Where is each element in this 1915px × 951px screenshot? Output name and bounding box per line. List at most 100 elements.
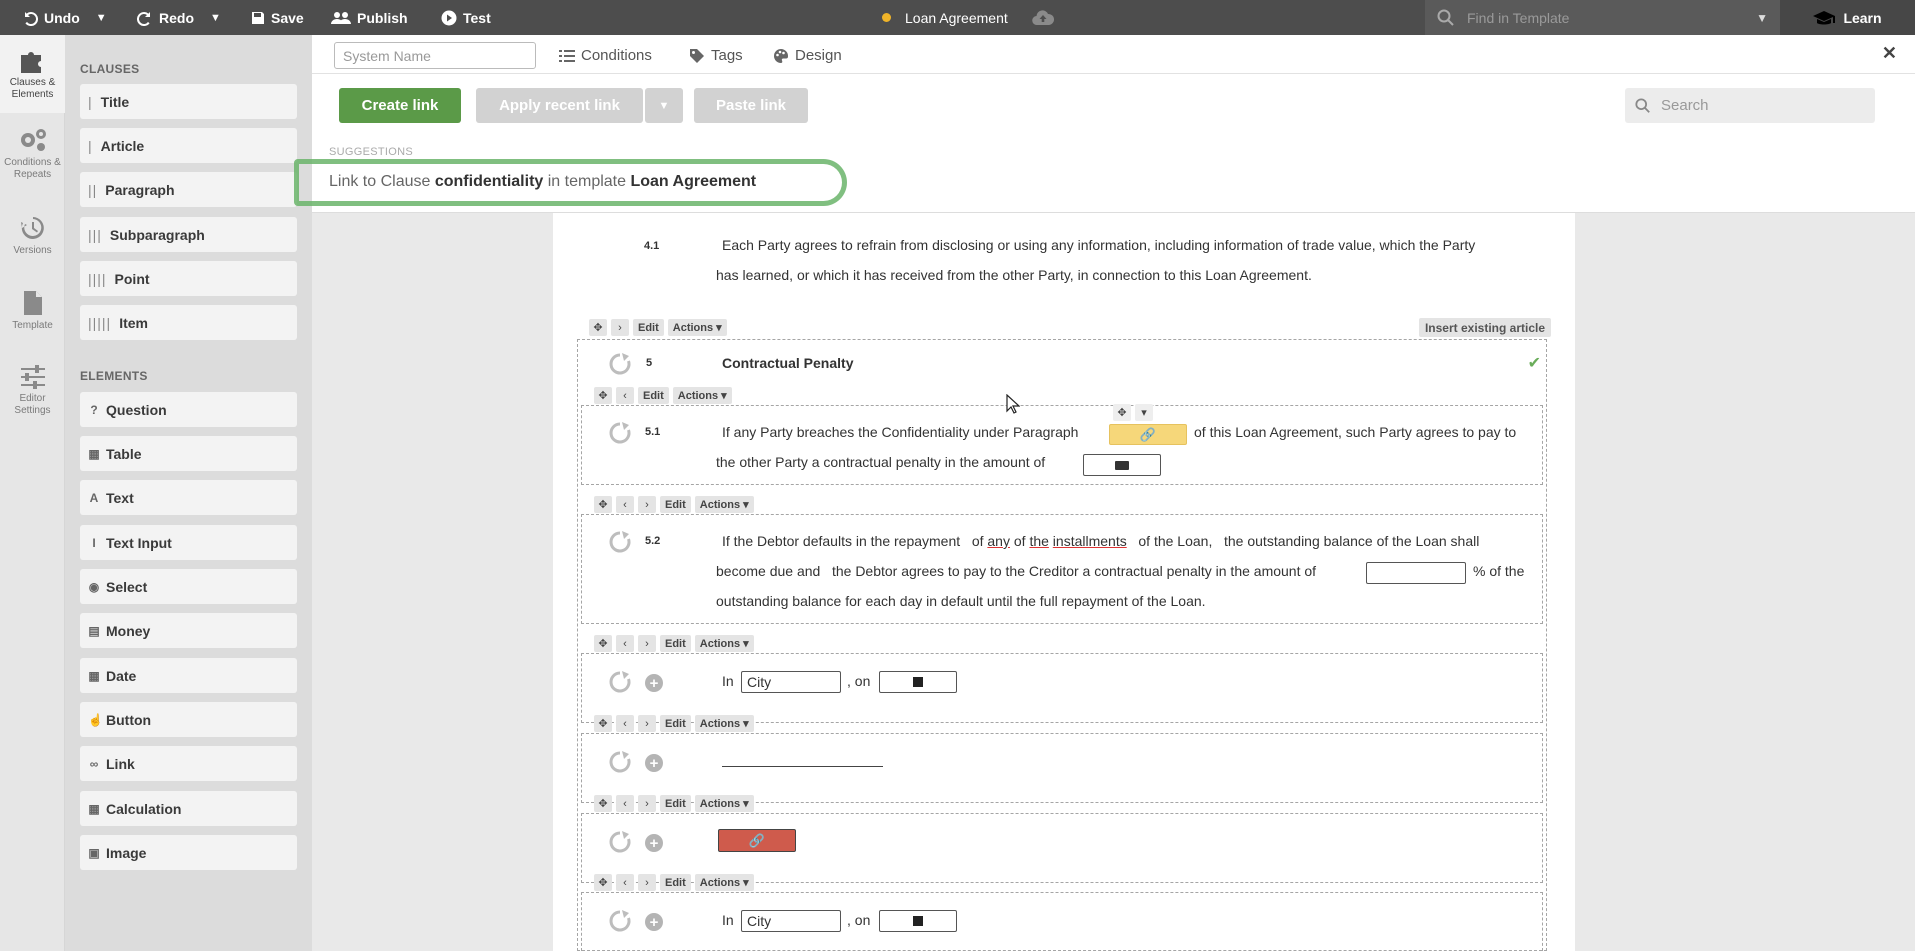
element-date-button[interactable]: ▦ Date: [80, 658, 297, 693]
learn-button[interactable]: Learn: [1780, 0, 1915, 35]
rail-template[interactable]: Template: [0, 290, 65, 332]
move-icon[interactable]: ✥: [594, 715, 612, 732]
paste-link-button[interactable]: Paste link: [694, 88, 808, 123]
chevron-down-icon[interactable]: ✔: [1528, 353, 1541, 373]
actions-dropdown[interactable]: Actions ▾: [667, 319, 727, 336]
city-input[interactable]: City: [741, 910, 841, 932]
save-button[interactable]: Save: [251, 0, 304, 35]
redo-button[interactable]: Redo ▼: [137, 0, 221, 35]
actions-dropdown[interactable]: Actions ▾: [694, 635, 754, 652]
outdent-left-icon[interactable]: ‹: [616, 387, 634, 404]
element-image-button[interactable]: ▣ Image: [80, 835, 297, 870]
tab-tags[interactable]: Tags: [689, 42, 743, 69]
element-text-button[interactable]: A Text: [80, 480, 297, 515]
move-icon[interactable]: ✥: [594, 635, 612, 652]
undo-button[interactable]: Undo ▼: [22, 0, 107, 35]
add-icon[interactable]: +: [645, 754, 663, 772]
actions-dropdown[interactable]: Actions ▾: [694, 715, 754, 732]
add-icon[interactable]: +: [645, 913, 663, 931]
move-icon[interactable]: ✥: [594, 496, 612, 513]
element-money-button[interactable]: ▤ Money: [80, 613, 297, 648]
refresh-icon[interactable]: [608, 830, 632, 854]
edit-button[interactable]: Edit: [660, 496, 691, 513]
money-field[interactable]: [1083, 454, 1161, 476]
rail-clauses-elements[interactable]: Clauses & Elements: [0, 35, 65, 113]
apply-recent-link-button[interactable]: Apply recent link: [476, 88, 643, 123]
percent-input[interactable]: [1366, 562, 1466, 584]
rail-versions[interactable]: Versions: [0, 215, 65, 257]
refresh-icon[interactable]: [608, 530, 632, 554]
move-icon[interactable]: ✥: [594, 387, 612, 404]
cloud-upload-icon[interactable]: [1032, 9, 1054, 26]
actions-dropdown[interactable]: Actions ▾: [694, 496, 754, 513]
indent-right-icon[interactable]: ›: [638, 715, 656, 732]
chevron-down-icon[interactable]: ▾: [1135, 404, 1153, 421]
clause-article-button[interactable]: | Article: [80, 128, 297, 163]
date-field[interactable]: [879, 671, 957, 693]
move-icon[interactable]: ✥: [594, 874, 612, 891]
move-icon[interactable]: ✥: [589, 319, 607, 336]
close-icon[interactable]: ✕: [1882, 43, 1897, 64]
indent-right-icon[interactable]: ›: [638, 795, 656, 812]
indent-right-icon[interactable]: ›: [638, 496, 656, 513]
add-icon[interactable]: +: [645, 834, 663, 852]
edit-button[interactable]: Edit: [660, 715, 691, 732]
edit-button[interactable]: Edit: [660, 795, 691, 812]
actions-dropdown[interactable]: Actions ▾: [672, 387, 732, 404]
element-calculation-button[interactable]: ▦ Calculation: [80, 791, 297, 826]
outdent-left-icon[interactable]: ‹: [616, 715, 634, 732]
element-question-button[interactable]: ? Question: [80, 392, 297, 427]
outdent-left-icon[interactable]: ‹: [616, 874, 634, 891]
find-dropdown-icon[interactable]: ▼: [1756, 11, 1768, 25]
publish-button[interactable]: Publish: [331, 0, 408, 35]
indent-right-icon[interactable]: ›: [638, 635, 656, 652]
add-icon[interactable]: +: [645, 674, 663, 692]
find-in-template-input[interactable]: Find in Template ▼: [1425, 0, 1780, 35]
refresh-icon[interactable]: [608, 909, 632, 933]
test-button[interactable]: Test: [441, 0, 491, 35]
element-link-button[interactable]: ∞ Link: [80, 746, 297, 781]
refresh-icon[interactable]: [608, 750, 632, 774]
tab-conditions[interactable]: Conditions: [559, 42, 652, 69]
clause-paragraph-button[interactable]: || Paragraph: [80, 172, 297, 207]
apply-recent-link-dropdown-icon[interactable]: ▼: [645, 88, 683, 123]
insert-existing-article-button[interactable]: Insert existing article: [1418, 318, 1551, 337]
broken-link-field[interactable]: 🔗: [718, 829, 796, 852]
link-suggestion[interactable]: Link to Clause confidentiality in templa…: [329, 173, 756, 191]
edit-button[interactable]: Edit: [638, 387, 669, 404]
refresh-icon[interactable]: [608, 352, 632, 376]
system-name-input[interactable]: [334, 42, 536, 69]
edit-button[interactable]: Edit: [660, 635, 691, 652]
actions-dropdown[interactable]: Actions ▾: [694, 795, 754, 812]
edit-button[interactable]: Edit: [660, 874, 691, 891]
element-select-button[interactable]: ◉ Select: [80, 569, 297, 604]
element-button-button[interactable]: ☝ Button: [80, 702, 297, 737]
undo-caret-icon[interactable]: ▼: [96, 12, 107, 24]
move-icon[interactable]: ✥: [1113, 404, 1131, 421]
create-link-button[interactable]: Create link: [339, 88, 461, 123]
outdent-left-icon[interactable]: ‹: [616, 496, 634, 513]
rail-editor-settings[interactable]: Editor Settings: [0, 365, 65, 417]
outdent-left-icon[interactable]: ‹: [616, 795, 634, 812]
rail-conditions-repeats[interactable]: Conditions & Repeats: [0, 127, 65, 181]
clause-point-button[interactable]: |||| Point: [80, 261, 297, 296]
indent-right-icon[interactable]: ›: [638, 874, 656, 891]
link-field[interactable]: 🔗: [1109, 424, 1187, 445]
element-table-button[interactable]: ▦ Table: [80, 436, 297, 471]
clause-item-button[interactable]: ||||| Item: [80, 305, 297, 340]
tab-design[interactable]: Design: [773, 42, 842, 69]
refresh-icon[interactable]: [608, 421, 632, 445]
date-field[interactable]: [879, 910, 957, 932]
outdent-left-icon[interactable]: ‹: [616, 635, 634, 652]
redo-caret-icon[interactable]: ▼: [210, 12, 221, 24]
edit-button[interactable]: Edit: [633, 319, 664, 336]
clause-title-button[interactable]: | Title: [80, 84, 297, 119]
move-icon[interactable]: ✥: [594, 795, 612, 812]
indent-right-icon[interactable]: ›: [611, 319, 629, 336]
clause-subparagraph-button[interactable]: ||| Subparagraph: [80, 217, 297, 252]
city-input[interactable]: City: [741, 671, 841, 693]
search-input[interactable]: Search: [1625, 88, 1875, 123]
refresh-icon[interactable]: [608, 670, 632, 694]
element-text-input-button[interactable]: I Text Input: [80, 525, 297, 560]
actions-dropdown[interactable]: Actions ▾: [694, 874, 754, 891]
